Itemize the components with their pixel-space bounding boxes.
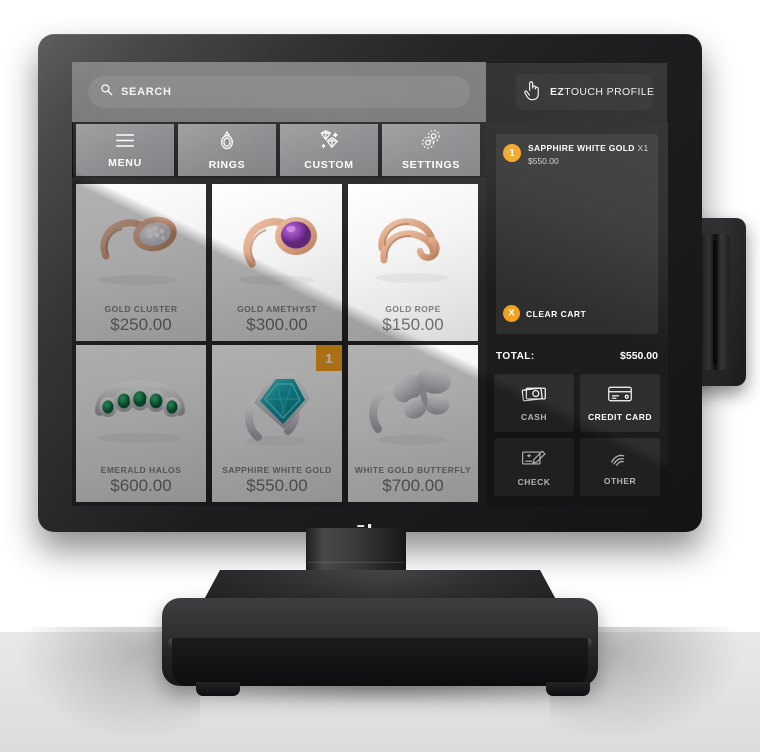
touchscreen[interactable]: SEARCH EZTOUCH PROFILE MENU RINGS CUSTOM… (72, 62, 668, 506)
cart-items-list: 1 SAPPHIRE WHITE GOLD X1 $550.00 X CLEAR… (496, 134, 658, 334)
product-price: $700.00 (382, 476, 444, 495)
product-card[interactable]: GOLD CLUSTER $250.00 (76, 184, 206, 341)
payment-label: CREDIT CARD (587, 411, 653, 422)
cart-item[interactable]: 1 SAPPHIRE WHITE GOLD X1 $550.00 (503, 143, 652, 166)
pos-terminal-body: SEARCH EZTOUCH PROFILE MENU RINGS CUSTOM… (38, 34, 702, 546)
gears-icon (420, 129, 443, 156)
product-card[interactable]: GOLD ROPE $150.00 (348, 184, 478, 341)
product-name: GOLD CLUSTER (104, 304, 178, 314)
nav-tile-label: SETTINGS (401, 159, 461, 171)
product-card[interactable]: EMERALD HALOS $600.00 (76, 345, 206, 502)
product-image (348, 345, 478, 457)
payment-button-cash[interactable]: CASH (494, 374, 574, 432)
nav-tile-menu[interactable]: MENU (76, 124, 174, 176)
product-image (348, 184, 478, 296)
product-image (76, 184, 206, 296)
payment-label: CHECK (517, 476, 551, 487)
top-bar: SEARCH (72, 62, 486, 122)
product-name: SAPPHIRE WHITE GOLD (222, 465, 332, 475)
nav-tiles: MENU RINGS CUSTOM SETTINGS (72, 122, 486, 178)
product-meta: SAPPHIRE WHITE GOLD $550.00 (212, 465, 342, 496)
eztouch-profile-button[interactable]: EZTOUCH PROFILE (516, 74, 655, 110)
product-qty-badge: 1 (316, 345, 342, 371)
product-price: $600.00 (110, 476, 172, 495)
product-price: $250.00 (110, 315, 172, 334)
clear-cart-label: CLEAR CART (526, 308, 587, 319)
search-icon (100, 83, 113, 101)
product-card[interactable]: GOLD AMETHYST $300.00 (212, 184, 342, 341)
nav-tile-custom[interactable]: CUSTOM (280, 124, 378, 176)
product-meta: EMERALD HALOS $600.00 (76, 465, 206, 496)
cart-item-price: $550.00 (528, 155, 559, 166)
cart-item-name: SAPPHIRE WHITE GOLD X1 (528, 143, 649, 153)
product-name: GOLD ROPE (385, 304, 441, 314)
nav-tile-label: CUSTOM (304, 159, 354, 171)
cart-total-value: $550.00 (620, 350, 658, 362)
product-name: GOLD AMETHYST (237, 304, 317, 314)
hamburger-menu-icon (114, 132, 136, 154)
stand-foot-left (196, 682, 240, 696)
eztouch-profile-label: EZTOUCH PROFILE (550, 86, 655, 98)
product-meta: WHITE GOLD BUTTERFLY $700.00 (348, 465, 478, 496)
gems-icon (317, 129, 341, 156)
nav-tile-rings[interactable]: RINGS (178, 124, 276, 176)
clear-cart-button[interactable]: X CLEAR CART (503, 305, 586, 322)
product-name: EMERALD HALOS (100, 465, 182, 475)
cart-panel: 1 SAPPHIRE WHITE GOLD X1 $550.00 X CLEAR… (486, 122, 668, 506)
product-card-selected[interactable]: 1 SAPPHIRE WHITE GOLD $550.00 (212, 345, 342, 502)
search-input[interactable]: SEARCH (88, 76, 470, 108)
cart-total-row: TOTAL: $550.00 (496, 344, 658, 368)
payment-button-credit-card[interactable]: CREDIT CARD (580, 374, 660, 432)
product-name: WHITE GOLD BUTTERFLY (354, 465, 472, 475)
contactless-icon (608, 449, 632, 472)
product-meta: GOLD CLUSTER $250.00 (76, 304, 206, 335)
nav-tile-label: MENU (108, 156, 142, 169)
check-icon (521, 448, 547, 473)
close-icon: X (503, 305, 520, 322)
payment-label: CASH (520, 411, 548, 422)
product-card[interactable]: WHITE GOLD BUTTERFLY $700.00 (348, 345, 478, 502)
nav-tile-settings[interactable]: SETTINGS (382, 124, 480, 176)
product-image (212, 184, 342, 296)
stand-foot-right (546, 682, 590, 696)
product-price: $300.00 (246, 315, 308, 334)
card-swipe-slot[interactable] (700, 234, 730, 370)
scene: SEARCH EZTOUCH PROFILE MENU RINGS CUSTOM… (0, 0, 760, 752)
product-meta: GOLD ROPE $150.00 (348, 304, 478, 335)
pointing-hand-icon (522, 79, 542, 106)
stand-base-lower (172, 638, 588, 686)
product-meta: GOLD AMETHYST $300.00 (212, 304, 342, 335)
cash-icon (521, 385, 547, 408)
cart-item-qty-badge: 1 (503, 144, 521, 162)
payment-label: OTHER (603, 475, 637, 486)
product-grid: GOLD CLUSTER $250.00 GOLD AMETHYST $300.… (72, 178, 486, 506)
product-image (76, 345, 206, 457)
payment-button-other[interactable]: OTHER (580, 438, 660, 496)
product-price: $150.00 (382, 315, 444, 334)
product-price: $550.00 (246, 476, 308, 495)
search-placeholder: SEARCH (121, 86, 172, 98)
payment-button-check[interactable]: CHECK (494, 438, 574, 496)
cart-total-label: TOTAL: (496, 350, 535, 362)
ring-icon (217, 129, 237, 156)
credit-card-icon (607, 385, 633, 408)
nav-tile-label: RINGS (208, 159, 246, 171)
payment-methods: CASH CREDIT CARD CHECK OTHER (494, 374, 660, 496)
